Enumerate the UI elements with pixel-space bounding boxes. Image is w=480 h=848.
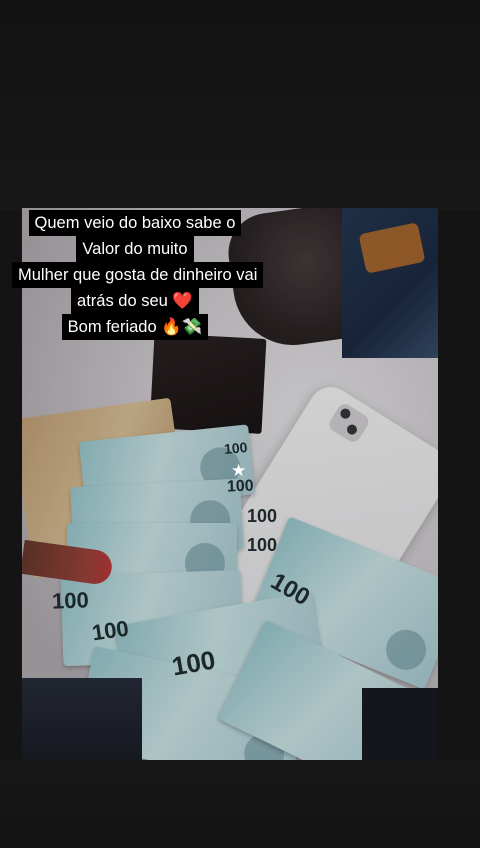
story-caption: Quem veio do baixo sabe o Valor do muito…: [12, 210, 264, 340]
caption-line: Bom feriado 🔥💸: [61, 314, 209, 340]
star-icon: ★: [231, 461, 247, 480]
caption-line: atrás do seu ❤️: [71, 288, 199, 314]
top-background: [0, 0, 480, 210]
caption-line: Valor do muito: [76, 236, 194, 262]
bottom-background: [0, 760, 480, 848]
caption-line: Quem veio do baixo sabe o: [28, 210, 242, 236]
caption-line: Mulher que gosta de dinheiro vai: [12, 262, 264, 288]
